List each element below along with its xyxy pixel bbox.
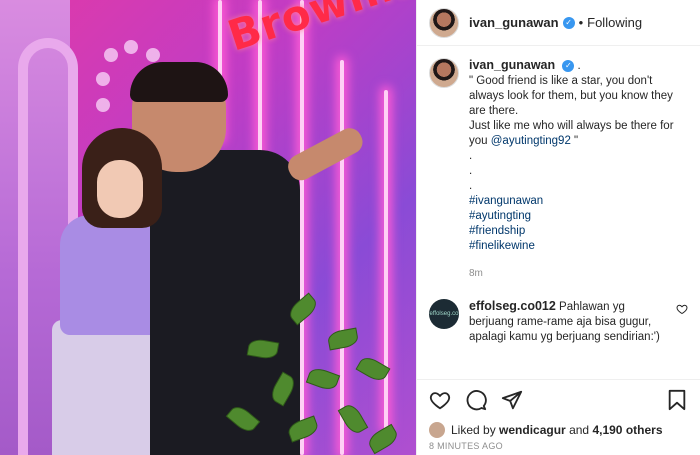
person-woman-face	[97, 160, 143, 218]
author-username[interactable]: ivan_gunawan	[469, 15, 559, 30]
post-timestamp[interactable]: 8 MINUTES AGO	[417, 441, 700, 455]
caption-text-end: "	[570, 135, 579, 147]
verified-badge-icon: ✓	[562, 16, 575, 29]
person-man-arm	[283, 123, 367, 185]
bookmark-icon	[668, 389, 686, 410]
caption-mention[interactable]: @ayutingting92	[491, 135, 571, 147]
person-man-hair	[130, 62, 228, 102]
photo-backdrop-dot	[96, 98, 110, 112]
instagram-post: Brownis ivan_gunawan ✓ • Following ivan_…	[0, 0, 700, 455]
likes-prefix: Liked by	[451, 423, 496, 437]
post-header: ivan_gunawan ✓ • Following	[417, 0, 700, 46]
leaf	[267, 371, 299, 407]
comment-like-heart-icon[interactable]	[676, 303, 688, 315]
comment: effolseg.co effolseg.co012 Pahlawan yg b…	[429, 299, 688, 345]
like-button[interactable]	[427, 387, 453, 413]
hashtag[interactable]: #ayutingting	[469, 209, 688, 224]
comment-username[interactable]: effolseg.co012	[469, 299, 556, 313]
caption-dot: .	[469, 165, 473, 177]
photo-plant	[225, 292, 401, 455]
header-separator: •	[578, 15, 584, 30]
caption-username[interactable]: ivan_gunawan	[469, 58, 555, 72]
comment-avatar[interactable]: effolseg.co	[429, 299, 459, 329]
heart-icon	[429, 391, 451, 409]
photo-backdrop-dot	[104, 48, 118, 62]
author-avatar[interactable]	[429, 7, 459, 38]
leaf	[285, 415, 321, 443]
caption-avatar[interactable]	[429, 58, 459, 88]
caption-dot: .	[469, 150, 473, 162]
photo-neon-sign: Brownis	[222, 0, 416, 61]
leaf	[337, 401, 369, 437]
photo-backdrop-dot	[146, 48, 160, 62]
leaf	[365, 423, 401, 455]
comment-body: effolseg.co012 Pahlawan yg berjuang rame…	[469, 299, 669, 345]
caption-line: Just like me who will always be there fo…	[469, 119, 688, 149]
following-button[interactable]: Following	[587, 15, 642, 30]
post-photo[interactable]: Brownis	[0, 0, 416, 455]
leaf	[355, 353, 391, 385]
comment-bubble-icon	[466, 389, 487, 410]
hashtag[interactable]: #finelikewine	[469, 239, 688, 254]
leaf	[246, 337, 280, 361]
comments-section[interactable]: ivan_gunawan ✓ . " Good friend is like a…	[417, 46, 700, 379]
leaf	[225, 402, 261, 436]
comment-button[interactable]	[463, 387, 489, 413]
verified-badge-icon: ✓	[562, 59, 575, 72]
caption-body: ivan_gunawan ✓ . " Good friend is like a…	[469, 58, 688, 281]
hashtag[interactable]: #friendship	[469, 224, 688, 239]
post-side-panel: ivan_gunawan ✓ • Following ivan_gunawan …	[416, 0, 700, 455]
liker-username[interactable]: wendicagur	[499, 423, 566, 437]
save-button[interactable]	[664, 387, 690, 413]
likes-others[interactable]: 4,190 others	[592, 423, 662, 437]
action-bar	[417, 379, 700, 419]
leaf	[305, 365, 341, 393]
caption-dot: .	[469, 180, 473, 192]
liker-avatar[interactable]	[429, 422, 445, 438]
photo-backdrop-dot	[124, 40, 138, 54]
likes-summary: Liked by wendicagur and 4,190 others	[417, 419, 700, 441]
hashtag[interactable]: #ivangunawan	[469, 194, 688, 209]
caption-line: " Good friend is like a star, you don't …	[469, 75, 673, 117]
likes-conjunction: and	[569, 423, 590, 437]
paper-plane-icon	[501, 390, 523, 409]
caption: ivan_gunawan ✓ . " Good friend is like a…	[429, 58, 688, 281]
caption-time[interactable]: 8m	[469, 266, 688, 281]
photo-backdrop-dot	[96, 72, 110, 86]
leaf	[326, 327, 360, 351]
share-button[interactable]	[499, 387, 525, 413]
caption-username-suffix: .	[577, 60, 581, 72]
